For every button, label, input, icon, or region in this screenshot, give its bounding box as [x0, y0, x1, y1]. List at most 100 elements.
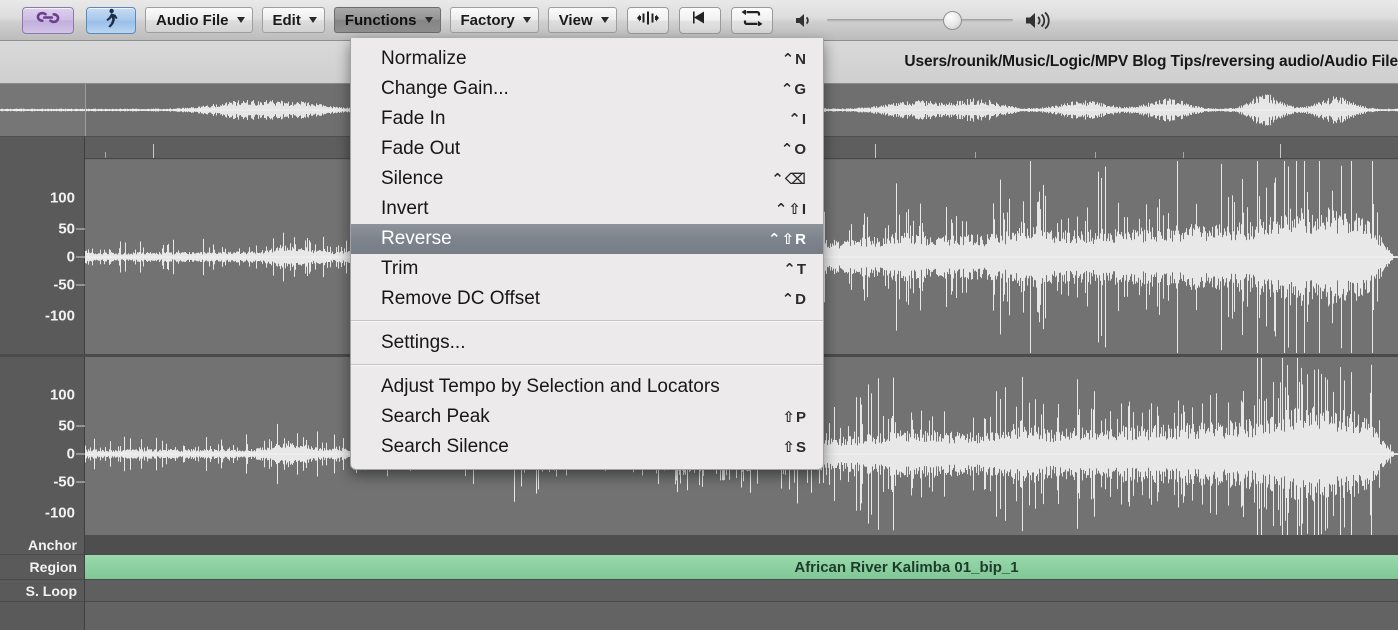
volume-slider-track: [826, 19, 1013, 22]
chevron-down-icon: [308, 17, 317, 23]
axis-label: -50: [53, 276, 75, 294]
axis-label: -100: [44, 307, 75, 325]
speaker-low-icon: [795, 12, 815, 29]
speaker-high-icon: [1025, 11, 1051, 30]
file-path-text: Users/rounik/Music/Logic/MPV Blog Tips/r…: [904, 53, 1398, 70]
menu-factory[interactable]: Factory: [449, 7, 539, 33]
axis-label: -100: [44, 504, 75, 522]
axis-tick: [76, 228, 85, 230]
lane-anchor-body[interactable]: [85, 535, 1398, 555]
toolbar: Audio File Edit Functions Factory View: [0, 0, 1398, 41]
menu-item-shortcut: ⇧S: [782, 439, 807, 456]
lane-anchor[interactable]: Anchor: [0, 535, 1398, 555]
axis-tick: [76, 453, 85, 455]
lane-region-label: Region: [0, 555, 85, 580]
lane-region-body[interactable]: African River Kalimba 01_bip_1: [85, 555, 1398, 580]
menu-item-label: Search Peak: [381, 406, 490, 427]
menu-view[interactable]: View: [547, 7, 617, 33]
menu-item-fade-in[interactable]: Fade In ⌃I: [351, 104, 823, 134]
axis-label: 100: [49, 189, 75, 207]
channel-2-axis: 100 50 0 -50 -100: [0, 357, 85, 551]
menu-edit-label: Edit: [272, 11, 301, 29]
play-button[interactable]: [678, 6, 721, 34]
menu-item-shortcut: ⌃⇧R: [768, 231, 807, 248]
menu-item-label: Fade In: [381, 108, 446, 129]
axis-label: 0: [66, 248, 75, 266]
menu-item-shortcut: ⌃N: [781, 51, 807, 68]
ruler-tick: [875, 144, 876, 158]
functions-dropdown-menu[interactable]: Normalize ⌃N Change Gain... ⌃G Fade In ⌃I Fade…: [350, 38, 824, 470]
cycle-button[interactable]: [730, 6, 773, 34]
chevron-down-icon: [424, 17, 433, 23]
menu-functions[interactable]: Functions: [333, 7, 441, 33]
prelisten-toggle-button[interactable]: [86, 6, 136, 34]
chevron-down-icon: [236, 17, 245, 23]
menu-item-label: Settings...: [381, 332, 466, 353]
menu-item-invert[interactable]: Invert ⌃⇧I: [351, 194, 823, 224]
menu-separator: [351, 364, 823, 366]
menu-item-shortcut: ⌃⌫: [771, 171, 807, 188]
menu-item-label: Normalize: [381, 48, 467, 69]
axis-tick: [76, 256, 85, 258]
axis-label: -50: [53, 473, 75, 491]
menu-item-fade-out[interactable]: Fade Out ⌃O: [351, 134, 823, 164]
volume-slider-knob[interactable]: [942, 11, 962, 30]
chevron-down-icon: [522, 17, 531, 23]
menu-item-label: Search Silence: [381, 436, 509, 457]
menu-item-adjust-tempo-by-selection-and-locators[interactable]: Adjust Tempo by Selection and Locators: [351, 372, 823, 402]
menu-item-shortcut: ⌃I: [788, 111, 807, 128]
chevron-down-icon: [600, 17, 609, 23]
menu-item-normalize[interactable]: Normalize ⌃N: [351, 44, 823, 74]
menu-item-settings[interactable]: Settings...: [351, 328, 823, 358]
ruler-tick: [1280, 144, 1281, 158]
waveform-zoom-button[interactable]: [626, 6, 669, 34]
axis-label: 50: [58, 417, 75, 435]
overview-selection[interactable]: [0, 84, 86, 136]
waveform-zoom-icon: [636, 11, 659, 30]
menu-item-label: Adjust Tempo by Selection and Locators: [381, 376, 720, 397]
menu-item-remove-dc-offset[interactable]: Remove DC Offset ⌃D: [351, 284, 823, 314]
menu-item-shortcut: ⌃O: [780, 141, 807, 158]
axis-label: 0: [66, 445, 75, 463]
menu-item-label: Invert: [381, 198, 429, 219]
menu-item-label: Trim: [381, 258, 419, 279]
menu-item-label: Change Gain...: [381, 78, 509, 99]
menu-functions-label: Functions: [344, 11, 417, 29]
lane-sustain-loop[interactable]: S. Loop: [0, 580, 1398, 602]
loop-cycle-icon: [741, 8, 763, 31]
menu-item-shortcut: ⌃G: [780, 81, 807, 98]
axis-label: 50: [58, 220, 75, 238]
menu-item-shortcut: ⌃T: [783, 261, 807, 278]
menu-item-shortcut: ⌃⇧I: [774, 201, 807, 218]
menu-item-reverse[interactable]: Reverse ⌃⇧R: [351, 224, 823, 254]
ruler-tick: [153, 144, 154, 158]
region-name-label: African River Kalimba 01_bip_1: [794, 558, 1019, 576]
editor-bottom-filler: [0, 602, 1398, 630]
menu-item-trim[interactable]: Trim ⌃T: [351, 254, 823, 284]
menu-item-label: Remove DC Offset: [381, 288, 541, 309]
menu-audio-file-label: Audio File: [156, 11, 229, 29]
menu-item-silence[interactable]: Silence ⌃⌫: [351, 164, 823, 194]
editor-bottom-label-column: [0, 602, 85, 630]
volume-slider[interactable]: [826, 10, 1013, 30]
menu-item-change-gain[interactable]: Change Gain... ⌃G: [351, 74, 823, 104]
lane-sustain-loop-label: S. Loop: [0, 580, 85, 602]
walking-person-icon: [103, 8, 119, 33]
lane-region[interactable]: Region African River Kalimba 01_bip_1: [0, 555, 1398, 580]
ruler-tick: [975, 152, 976, 158]
menu-audio-file[interactable]: Audio File: [145, 7, 253, 33]
menu-separator: [351, 320, 823, 322]
link-toggle-button[interactable]: [22, 6, 74, 34]
menu-item-label: Fade Out: [381, 138, 461, 159]
menu-factory-label: Factory: [460, 11, 515, 29]
axis-tick: [76, 425, 85, 427]
axis-tick: [76, 284, 85, 286]
menu-item-search-silence[interactable]: Search Silence ⇧S: [351, 432, 823, 462]
lane-sustain-loop-body[interactable]: [85, 580, 1398, 602]
menu-edit[interactable]: Edit: [261, 7, 325, 33]
menu-item-search-peak[interactable]: Search Peak ⇧P: [351, 402, 823, 432]
menu-view-label: View: [558, 11, 593, 29]
axis-label: 100: [49, 386, 75, 404]
menu-item-shortcut: ⌃D: [781, 291, 807, 308]
axis-tick: [76, 481, 85, 483]
